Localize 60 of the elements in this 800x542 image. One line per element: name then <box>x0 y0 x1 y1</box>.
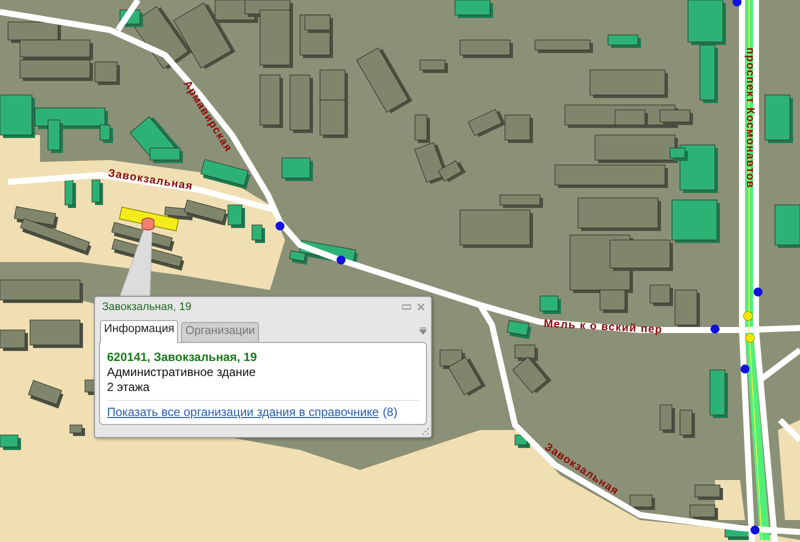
building <box>672 200 720 243</box>
building <box>710 370 728 418</box>
stop-marker[interactable] <box>743 311 753 321</box>
stop-marker[interactable] <box>732 0 742 6</box>
stop-marker[interactable] <box>336 256 346 264</box>
building <box>506 320 532 340</box>
building <box>764 94 793 143</box>
building <box>774 204 800 248</box>
stop-marker[interactable] <box>740 364 750 374</box>
building <box>260 74 283 128</box>
building <box>8 22 61 43</box>
tab[interactable]: Информация <box>100 320 178 343</box>
building <box>30 320 83 348</box>
building <box>0 330 28 351</box>
building <box>694 484 723 500</box>
building <box>454 0 493 18</box>
building <box>680 410 695 438</box>
stop-marker[interactable] <box>710 324 720 334</box>
building <box>608 34 641 48</box>
building <box>630 494 655 510</box>
location-pin-icon[interactable] <box>142 218 154 230</box>
stop-marker[interactable] <box>745 333 755 343</box>
building <box>320 70 348 103</box>
building <box>356 47 412 114</box>
building <box>514 434 530 448</box>
building <box>534 40 593 53</box>
building <box>200 159 250 190</box>
menu-caret-icon[interactable] <box>419 327 427 335</box>
building <box>282 158 313 181</box>
building <box>290 74 313 133</box>
building <box>690 504 718 520</box>
building <box>252 224 265 243</box>
building <box>0 434 21 450</box>
organizations-link[interactable]: Показать все организации здания в справочнике <box>107 405 379 419</box>
building-address: 620141, Завокзальная, 19 <box>107 350 258 365</box>
popup-title: Завокзальная, 19 <box>102 301 192 313</box>
building <box>468 108 506 138</box>
building <box>660 404 675 433</box>
building <box>420 60 448 73</box>
building <box>320 100 348 138</box>
building <box>28 380 64 409</box>
resize-grip-icon[interactable] <box>422 428 429 435</box>
building <box>94 62 120 85</box>
building <box>64 180 76 208</box>
building <box>460 40 513 58</box>
street-label: Мель к о вский пер <box>543 318 663 336</box>
building <box>70 424 85 436</box>
stop-marker[interactable] <box>754 288 762 296</box>
street-label: проспект Космонавтов <box>744 48 756 188</box>
building <box>674 290 700 328</box>
building <box>92 180 103 205</box>
building-type: Административное здание <box>107 365 257 380</box>
building <box>500 194 543 208</box>
stop-marker[interactable] <box>276 222 284 230</box>
stop-marker[interactable] <box>750 526 760 534</box>
building <box>504 114 533 143</box>
floor-count: 2 этажа <box>107 380 151 395</box>
building <box>540 296 561 314</box>
organizations-count: (8) <box>382 405 398 419</box>
building <box>650 284 673 306</box>
